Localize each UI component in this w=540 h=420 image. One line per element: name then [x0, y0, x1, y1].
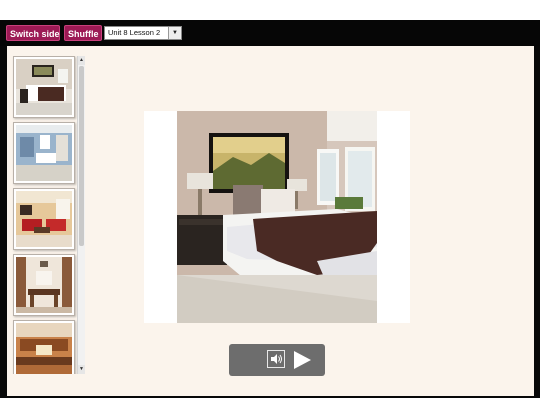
audio-player	[229, 344, 325, 376]
thumbnail-bathroom[interactable]	[13, 122, 75, 184]
thumbnail-scrollbar[interactable]: ▲ ▼	[77, 56, 85, 374]
thumbnail-bedroom[interactable]	[13, 56, 75, 118]
thumbnail-list	[11, 56, 87, 374]
speaker-icon	[271, 354, 282, 364]
thumbnail-kitchen[interactable]	[13, 320, 75, 374]
bedroom-photo-icon	[177, 111, 377, 323]
chevron-down-icon[interactable]: ▼	[168, 27, 181, 39]
scroll-up-icon[interactable]: ▲	[78, 56, 85, 65]
bedroom-photo-thumbnail-icon	[16, 59, 72, 115]
play-button[interactable]	[292, 350, 312, 370]
thumbnail-dining-room[interactable]	[13, 254, 75, 316]
flashcard[interactable]	[144, 111, 410, 323]
flashcard-app: Switch side Shuffle Unit 8 Lesson 2 ▼ ▲ …	[0, 20, 540, 398]
play-icon	[294, 351, 311, 369]
toolbar: Switch side Shuffle Unit 8 Lesson 2 ▼	[0, 20, 540, 46]
shuffle-button[interactable]: Shuffle	[64, 25, 102, 41]
living-room-photo-thumbnail-icon	[16, 191, 72, 247]
lesson-select[interactable]: Unit 8 Lesson 2 ▼	[104, 26, 182, 40]
bathroom-photo-thumbnail-icon	[16, 125, 72, 181]
lesson-select-value: Unit 8 Lesson 2	[108, 28, 161, 37]
scroll-down-icon[interactable]: ▼	[78, 365, 85, 374]
kitchen-photo-thumbnail-icon	[16, 323, 72, 374]
switch-side-button[interactable]: Switch side	[6, 25, 60, 41]
sound-button[interactable]	[267, 350, 285, 368]
scrollbar-thumb[interactable]	[79, 66, 84, 246]
thumbnail-living-room[interactable]	[13, 188, 75, 250]
content-area: ▲ ▼	[7, 46, 534, 396]
dining-room-photo-thumbnail-icon	[16, 257, 72, 313]
